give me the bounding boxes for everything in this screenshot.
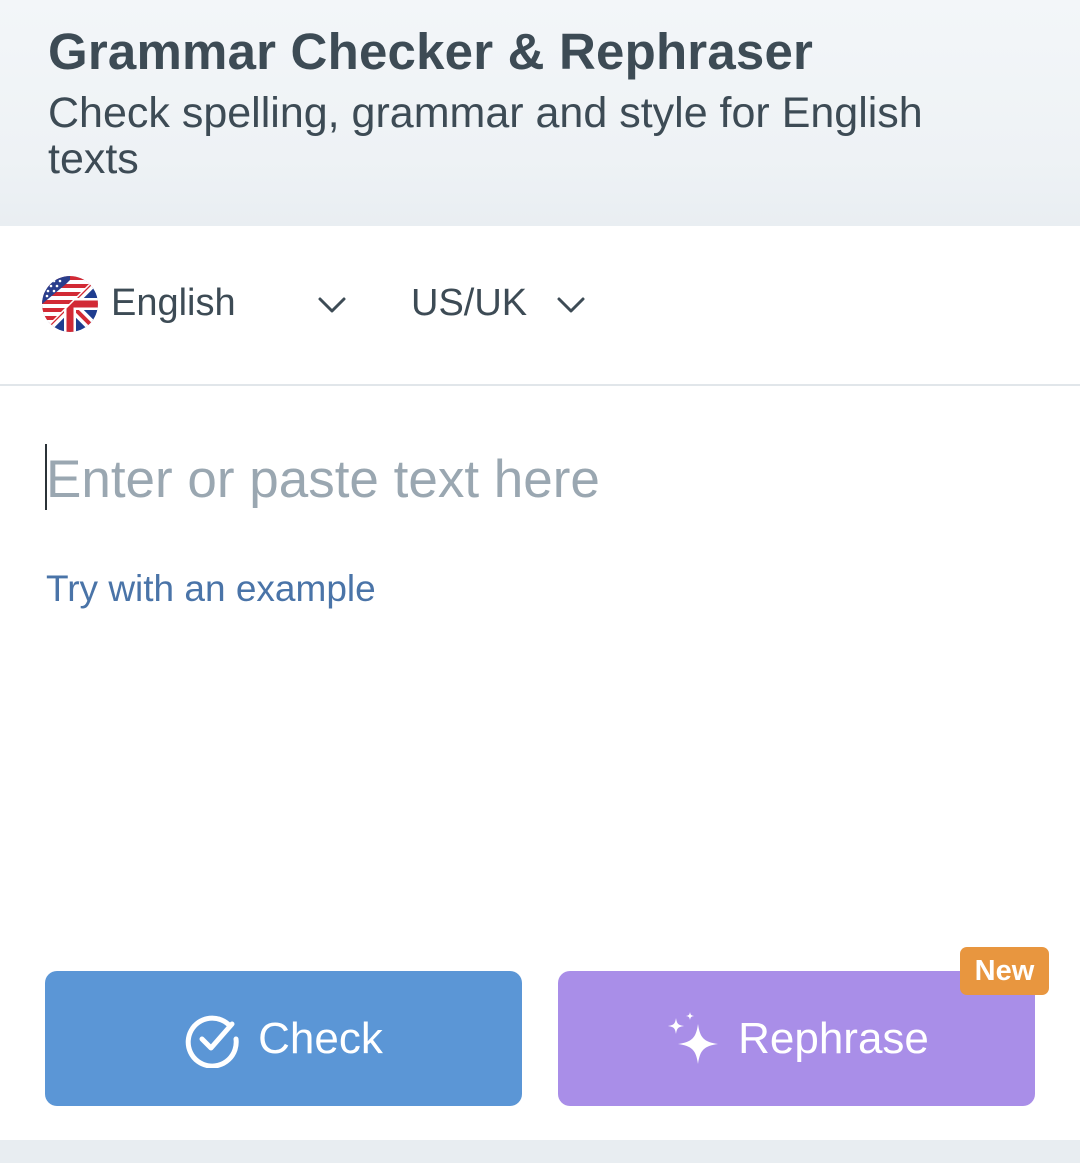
rephrase-button-label: Rephrase [738, 1013, 929, 1063]
chevron-down-icon[interactable] [317, 295, 347, 315]
variant-label: US/UK [411, 282, 528, 324]
page-title: Grammar Checker & Rephraser [48, 23, 814, 80]
language-label: English [111, 282, 236, 324]
check-button-label: Check [258, 1013, 383, 1063]
us-uk-flag-icon [42, 276, 98, 332]
page-header: Grammar Checker & Rephraser Check spelli… [0, 0, 1080, 226]
sparkles-icon [664, 1010, 722, 1068]
chevron-down-icon[interactable] [556, 295, 586, 315]
check-button[interactable]: Check [45, 971, 522, 1106]
check-circle-icon [184, 1010, 242, 1068]
language-bar: English US/UK [0, 226, 1080, 386]
text-editor: Try with an example [0, 386, 1080, 936]
text-input[interactable] [46, 436, 1026, 522]
new-badge: New [960, 947, 1049, 995]
page-subtitle: Check spelling, grammar and style for En… [48, 89, 923, 183]
bottom-divider [0, 1140, 1080, 1163]
try-example-link[interactable]: Try with an example [46, 568, 376, 610]
